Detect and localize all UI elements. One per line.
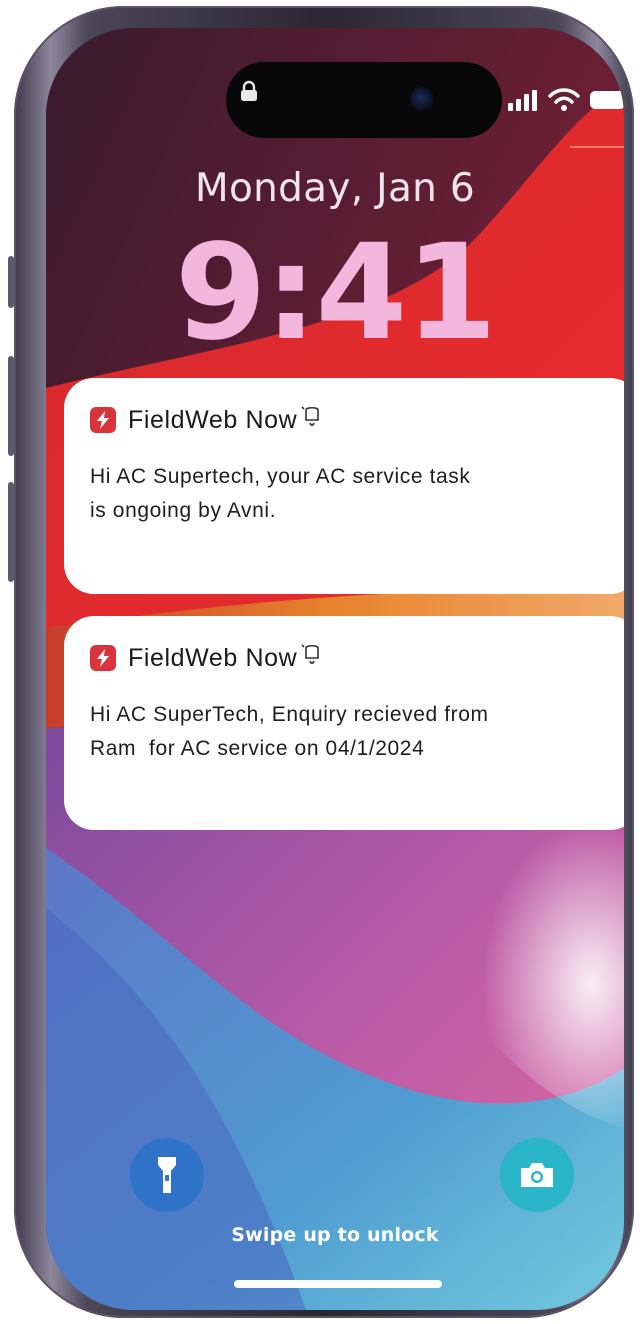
notification-line: Hi AC Supertech, your AC service task xyxy=(90,465,471,488)
volume-up-button xyxy=(8,356,14,456)
notification-header: FieldWeb Now xyxy=(90,636,614,680)
fieldweb-logo-icon xyxy=(90,407,116,433)
notification-app-name: FieldWeb Now xyxy=(128,405,298,434)
notification-app-name: FieldWeb Now xyxy=(128,643,298,672)
lock-date: Monday, Jan 6 xyxy=(195,166,475,211)
camera-button[interactable] xyxy=(500,1138,574,1212)
camera-icon xyxy=(521,1163,553,1187)
mute-switch xyxy=(8,256,14,308)
flashlight-icon xyxy=(158,1157,176,1193)
status-icons xyxy=(508,84,624,148)
fieldweb-logo-icon xyxy=(90,645,116,671)
flashlight-button[interactable] xyxy=(130,1138,204,1212)
notification-card[interactable]: FieldWeb Now Hi AC SuperTech, Enquiry re… xyxy=(64,616,624,830)
lock-screen: Monday, Jan 6 9:41 FieldWeb Now Hi AC Su… xyxy=(46,28,624,1310)
notification-line: Hi AC SuperTech, Enquiry recieved from xyxy=(90,703,489,726)
swipe-to-unlock-hint[interactable]: Swipe up to unlock xyxy=(46,1224,624,1246)
signal-icon xyxy=(508,90,537,111)
phone-frame: Monday, Jan 6 9:41 FieldWeb Now Hi AC Su… xyxy=(8,6,634,1318)
notification-header: FieldWeb Now xyxy=(90,398,614,442)
notification-message: Hi AC SuperTech, Enquiry recieved from R… xyxy=(90,698,614,766)
wifi-icon xyxy=(548,88,580,111)
dynamic-island xyxy=(226,62,624,148)
notification-card[interactable]: FieldWeb Now Hi AC Supertech, your AC se… xyxy=(64,378,624,594)
status-indicator-line xyxy=(570,146,624,148)
notification-line: is ongoing by Avni. xyxy=(90,499,277,522)
bell-icon xyxy=(301,644,320,665)
battery-icon xyxy=(590,91,624,109)
notification-message: Hi AC Supertech, your AC service task is… xyxy=(90,460,614,528)
front-camera xyxy=(410,87,434,111)
lock-time: 9:41 xyxy=(174,216,497,370)
bell-icon xyxy=(301,406,320,427)
volume-down-button xyxy=(8,482,14,582)
home-indicator[interactable] xyxy=(234,1280,442,1288)
lock-icon xyxy=(241,80,257,101)
notification-line: Ram for AC service on 04/1/2024 xyxy=(90,737,425,760)
